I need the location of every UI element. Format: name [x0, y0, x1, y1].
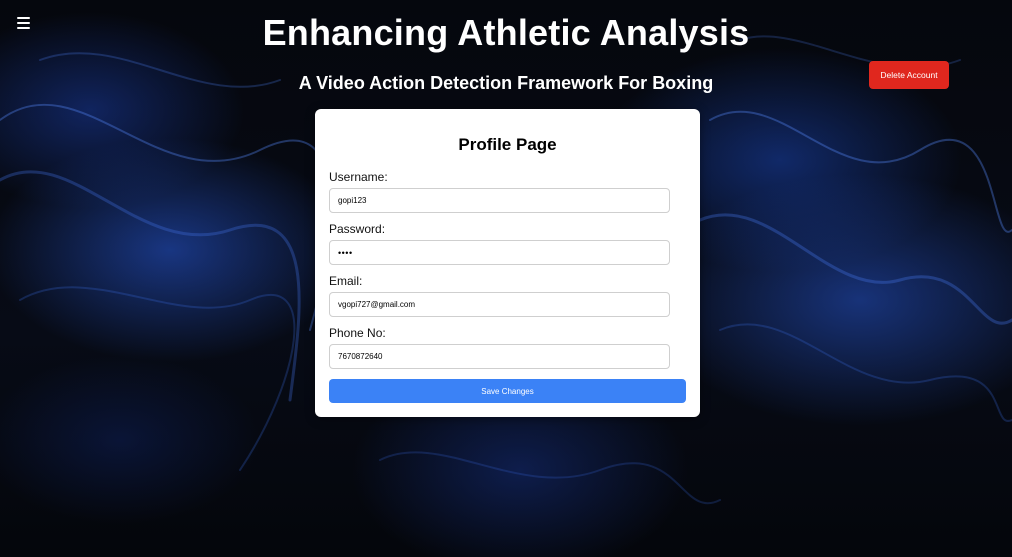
page-subtitle: A Video Action Detection Framework For B…	[298, 73, 714, 93]
profile-title: Profile Page	[458, 135, 557, 154]
profile-card: Profile Page Username: Password: Email: …	[315, 109, 700, 417]
username-label: Username:	[329, 170, 388, 184]
phone-input[interactable]	[329, 344, 670, 369]
save-changes-button[interactable]: Save Changes	[329, 379, 686, 403]
password-label: Password:	[329, 222, 386, 236]
delete-account-button[interactable]: Delete Account	[869, 61, 949, 89]
password-input[interactable]	[329, 240, 670, 265]
email-input[interactable]	[329, 292, 670, 317]
username-input[interactable]	[329, 188, 670, 213]
phone-label: Phone No:	[329, 326, 386, 340]
email-label: Email:	[329, 274, 363, 288]
page-title: Enhancing Athletic Analysis	[262, 12, 750, 53]
